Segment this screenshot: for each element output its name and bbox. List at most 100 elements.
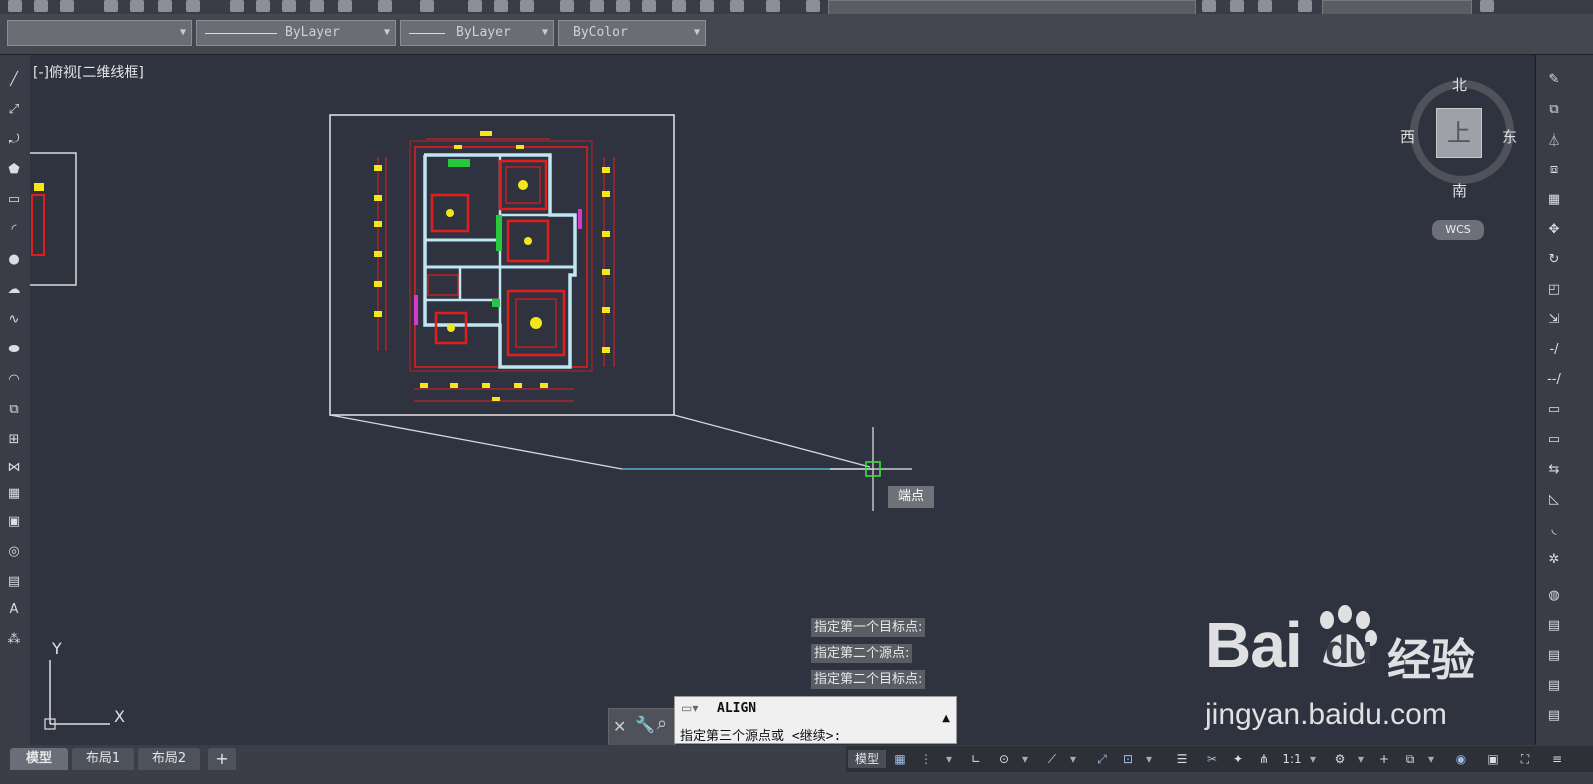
linetype-control[interactable]: ByLayer ▼ bbox=[196, 20, 396, 46]
zoom-realtime-icon[interactable] bbox=[494, 0, 508, 12]
multiline-text-icon[interactable]: A bbox=[4, 599, 24, 619]
compass-north[interactable]: 北 bbox=[1452, 74, 1467, 95]
zoom-window-icon[interactable] bbox=[520, 0, 534, 12]
chamfer-icon[interactable]: ◺ bbox=[1544, 489, 1564, 509]
chevron-up-icon[interactable]: ▲ bbox=[942, 713, 950, 724]
search-icon[interactable]: ⌕ bbox=[657, 713, 667, 734]
trim-icon[interactable]: -/ bbox=[1544, 339, 1564, 359]
annotation-scale-value[interactable]: 1:1 bbox=[1280, 750, 1304, 768]
insert-block-icon[interactable]: ⧉ bbox=[4, 399, 24, 419]
zoom-previous-icon[interactable] bbox=[560, 0, 574, 12]
stretch-icon[interactable]: ⇲ bbox=[1544, 309, 1564, 329]
preview-icon[interactable] bbox=[130, 0, 144, 12]
compass-west[interactable]: 西 bbox=[1400, 126, 1415, 147]
break-at-point-icon[interactable]: ▭ bbox=[1544, 399, 1564, 419]
add-icon[interactable]: + bbox=[1374, 750, 1394, 768]
clean-screen-icon[interactable]: ▣ bbox=[1482, 750, 1504, 768]
command-prompt[interactable]: 指定第三个源点或 <继续>: bbox=[680, 725, 841, 744]
chevron-down-icon[interactable]: ▾ bbox=[1424, 750, 1438, 768]
viewcube[interactable]: 上 北 南 东 西 bbox=[1398, 74, 1518, 204]
customize-menu-icon[interactable]: ≡ bbox=[1546, 750, 1568, 768]
workspace-gear-icon[interactable]: ⚙ bbox=[1330, 750, 1350, 768]
lineweight-control[interactable]: ByLayer ▼ bbox=[400, 20, 554, 46]
open-icon[interactable] bbox=[34, 0, 48, 12]
point-icon[interactable]: ⋈ bbox=[4, 457, 24, 477]
polar-tracking-icon[interactable]: ⊙ bbox=[994, 750, 1014, 768]
mirror-icon[interactable]: ⏃ bbox=[1544, 129, 1564, 149]
command-line[interactable]: ▭▾ ALIGN 指定第三个源点或 <继续>: ▲ bbox=[674, 696, 957, 744]
isolate-objects-icon[interactable]: ⧉ bbox=[1400, 750, 1420, 768]
line-tool-icon[interactable]: ╱ bbox=[4, 69, 24, 89]
grid-icon[interactable]: ▦ bbox=[890, 750, 910, 768]
scale-icon[interactable]: ◰ bbox=[1544, 279, 1564, 299]
break-icon[interactable]: ▭ bbox=[1544, 429, 1564, 449]
design-center-icon[interactable] bbox=[616, 0, 630, 12]
help-icon[interactable] bbox=[766, 0, 780, 12]
explode-icon[interactable]: ✲ bbox=[1544, 549, 1564, 569]
tab-layout1[interactable]: 布局1 bbox=[72, 748, 134, 770]
model-space-button[interactable]: 模型 bbox=[848, 750, 886, 768]
layer-properties-icon[interactable] bbox=[806, 0, 820, 12]
properties-icon[interactable] bbox=[590, 0, 604, 12]
add-selected-icon[interactable]: ⁂ bbox=[4, 629, 24, 649]
style-icon[interactable] bbox=[1480, 0, 1494, 12]
new-icon[interactable] bbox=[8, 0, 22, 12]
wcs-menu[interactable]: WCS bbox=[1432, 220, 1484, 240]
move-icon[interactable]: ✥ bbox=[1544, 219, 1564, 239]
sphere-icon[interactable]: ◍ bbox=[1544, 585, 1564, 605]
compass-south[interactable]: 南 bbox=[1452, 180, 1467, 201]
annotation-scale-icon[interactable]: ⋔ bbox=[1254, 750, 1274, 768]
workspace-dropdown[interactable] bbox=[1322, 0, 1472, 15]
auto-scale-icon[interactable]: ✦ bbox=[1228, 750, 1248, 768]
fillet-icon[interactable]: ◟ bbox=[1544, 519, 1564, 539]
array-icon[interactable]: ▦ bbox=[1544, 189, 1564, 209]
object-snap-tracking-icon[interactable]: ⤢ bbox=[1092, 750, 1112, 768]
paste-icon[interactable] bbox=[282, 0, 296, 12]
viewcube-top-face[interactable]: 上 bbox=[1436, 108, 1482, 158]
gradient-icon[interactable]: ▣ bbox=[4, 511, 24, 531]
layer-dropdown[interactable] bbox=[828, 0, 1196, 15]
spline-icon[interactable]: ∿ bbox=[4, 309, 24, 329]
offset-icon[interactable]: ⧈ bbox=[1544, 159, 1564, 179]
quickcalc-icon[interactable] bbox=[730, 0, 744, 12]
color-control[interactable]: ▼ bbox=[7, 20, 192, 46]
copy-icon[interactable] bbox=[256, 0, 270, 12]
plotstyle-control[interactable]: ByColor ▼ bbox=[558, 20, 706, 46]
chevron-down-icon[interactable]: ▾ bbox=[1306, 750, 1320, 768]
add-layout-button[interactable]: + bbox=[208, 748, 236, 770]
ellipse-arc-icon[interactable]: ◠ bbox=[4, 369, 24, 389]
ortho-icon[interactable]: ∟ bbox=[966, 750, 986, 768]
sheet-set-icon[interactable] bbox=[672, 0, 686, 12]
polyline-icon[interactable]: ⤾ bbox=[4, 129, 24, 149]
chevron-down-icon[interactable]: ▾ bbox=[1142, 750, 1156, 768]
workspace-icon[interactable] bbox=[1298, 0, 1312, 12]
layer-state-icon[interactable] bbox=[1258, 0, 1272, 12]
chevron-down-icon[interactable]: ▾ bbox=[1018, 750, 1032, 768]
hardware-acceleration-icon[interactable]: ◉ bbox=[1450, 750, 1472, 768]
cut-icon[interactable] bbox=[230, 0, 244, 12]
plot-icon[interactable] bbox=[186, 0, 200, 12]
print-icon[interactable] bbox=[104, 0, 118, 12]
block-editor-icon[interactable] bbox=[338, 0, 352, 12]
match-properties-icon[interactable] bbox=[310, 0, 324, 12]
revision-cloud-icon[interactable]: ☁ bbox=[4, 279, 24, 299]
compass-east[interactable]: 东 bbox=[1502, 126, 1517, 147]
extend-icon[interactable]: --/ bbox=[1544, 369, 1564, 389]
close-icon[interactable]: ✕ bbox=[613, 717, 626, 736]
tab-layout2[interactable]: 布局2 bbox=[138, 748, 200, 770]
pan-icon[interactable] bbox=[468, 0, 482, 12]
construction-line-icon[interactable]: ⤢ bbox=[4, 99, 24, 119]
make-block-icon[interactable]: ⊞ bbox=[4, 429, 24, 449]
chevron-down-icon[interactable]: ▾ bbox=[942, 750, 956, 768]
layer-previous-icon[interactable] bbox=[1230, 0, 1244, 12]
erase-icon[interactable]: ✎ bbox=[1544, 69, 1564, 89]
hatch-icon[interactable]: ▦ bbox=[4, 483, 24, 503]
table-icon[interactable]: ▤ bbox=[4, 571, 24, 591]
redo-icon[interactable] bbox=[420, 0, 434, 12]
isodraft-icon[interactable]: ⟋ bbox=[1042, 750, 1062, 768]
viewport-label[interactable]: [-]俯视[二维线框] bbox=[33, 62, 144, 82]
region-icon[interactable]: ◎ bbox=[4, 541, 24, 561]
make-current-layer-icon[interactable] bbox=[1202, 0, 1216, 12]
tab-model[interactable]: 模型 bbox=[10, 748, 68, 770]
circle-icon[interactable]: ● bbox=[4, 249, 24, 269]
